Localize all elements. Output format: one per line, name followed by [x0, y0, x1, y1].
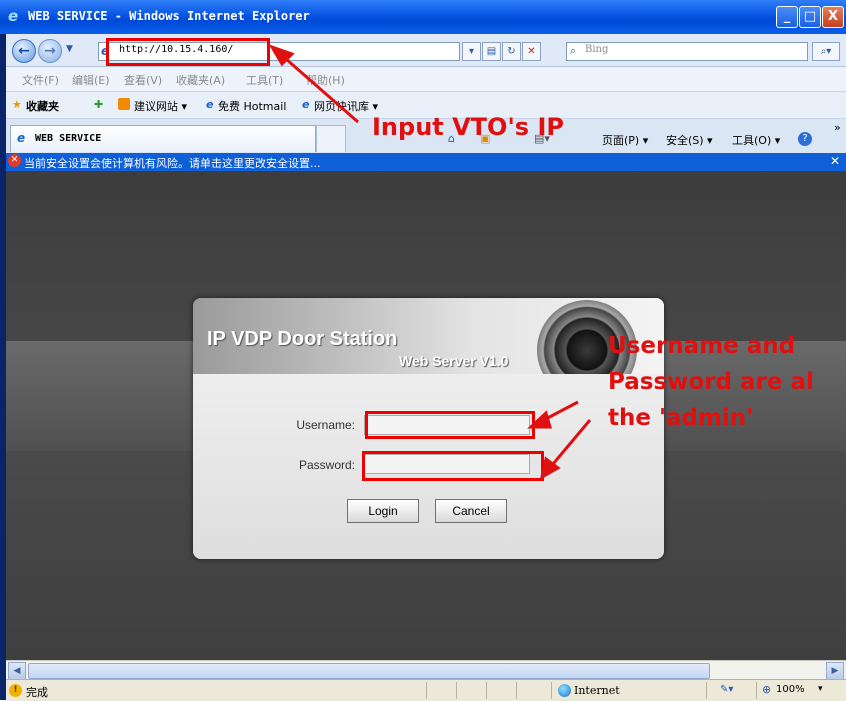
scroll-right-icon[interactable]: ▶	[826, 662, 844, 680]
password-arrow-line	[546, 419, 592, 471]
credential-annotation-line2: Password are al	[608, 369, 814, 395]
ip-arrow-line	[277, 50, 359, 124]
zoom-dropdown-icon[interactable]: ▾	[818, 684, 823, 694]
ip-annotation: Input VTO's IP	[372, 113, 564, 141]
credential-annotation-line1: Username and	[608, 333, 796, 359]
scroll-thumb[interactable]	[28, 663, 710, 679]
security-zone-text: Internet	[574, 684, 620, 697]
zoom-icon: ⊕	[762, 683, 772, 696]
protected-mode-icon[interactable]: ✎▾	[720, 684, 733, 695]
status-divider	[456, 682, 457, 699]
status-divider	[756, 682, 757, 699]
status-text: 完成	[26, 686, 48, 699]
internet-zone-icon	[558, 684, 571, 697]
status-warning-icon: !	[9, 684, 22, 697]
status-divider	[516, 682, 517, 699]
credential-annotation-line3: the 'admin'	[608, 405, 754, 431]
status-bar: ! 完成 Internet ✎▾ ⊕ 100% ▾	[6, 679, 846, 701]
status-divider	[486, 682, 487, 699]
username-arrow-head	[527, 410, 552, 429]
status-divider	[426, 682, 427, 699]
horizontal-scrollbar[interactable]: ◀ ▶	[6, 660, 846, 680]
scroll-left-icon[interactable]: ◀	[8, 662, 26, 680]
status-divider	[551, 682, 552, 699]
zoom-level[interactable]: 100%	[776, 684, 805, 695]
status-divider	[706, 682, 707, 699]
